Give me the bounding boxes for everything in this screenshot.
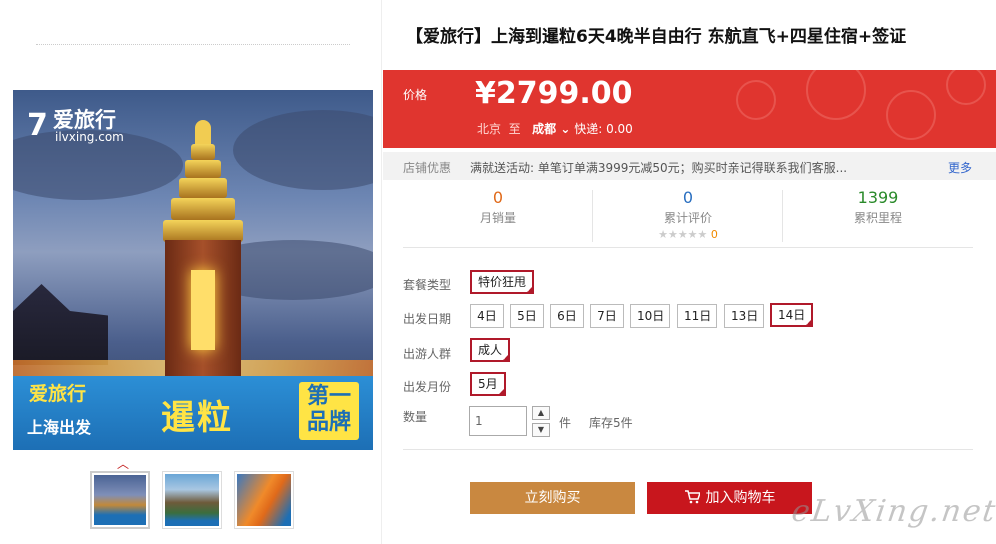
- stock-count: 库存5件: [589, 416, 633, 430]
- quantity-decrease-icon[interactable]: ▼: [532, 423, 550, 437]
- stat-monthly-sales: 0 月销量: [479, 188, 516, 225]
- date-option[interactable]: 13日: [724, 304, 764, 328]
- thumbnail-1[interactable]: [90, 471, 150, 529]
- quantity-label: 数量: [403, 410, 428, 424]
- quantity-input[interactable]: 1: [469, 406, 527, 436]
- promo-text: 满就送活动: 单笔订单满3999元减50元；购买时亲记得联系我们客服...: [470, 161, 848, 175]
- logo-mark-icon: 7: [27, 108, 48, 143]
- traveler-option[interactable]: 成人 ✓: [470, 338, 511, 362]
- divider: [403, 449, 973, 450]
- buy-now-button[interactable]: 立刻购买: [470, 482, 635, 514]
- stat-reviews[interactable]: 0 累计评价 ★★★★★ 0: [593, 188, 783, 241]
- date-option[interactable]: 7日: [590, 304, 624, 328]
- date-option-selected[interactable]: 14日 ✓: [770, 303, 813, 327]
- shop-promo: 店铺优惠 满就送活动: 单笔订单满3999元减50元；购买时亲记得联系我们客服.…: [383, 152, 996, 180]
- date-option[interactable]: 10日: [630, 304, 670, 328]
- banner-badge: 第一品牌: [299, 382, 359, 440]
- shipping-info: 北京 至 成都 ⌄ 快递: 0.00: [477, 120, 633, 137]
- date-option[interactable]: 11日: [677, 304, 717, 328]
- add-to-cart-button[interactable]: 加入购物车: [647, 482, 812, 514]
- price-value: ¥2799.00: [475, 76, 633, 111]
- rating-stars-icon: ★★★★★ 0: [658, 228, 718, 241]
- cart-icon: [684, 490, 700, 504]
- chevron-down-icon: ⌄: [560, 122, 571, 136]
- to-text: 至: [508, 122, 521, 136]
- month-option[interactable]: 5月 ✓: [470, 372, 506, 396]
- image-banner: 爱旅行 上海出发 暹粒 第一品牌: [13, 376, 373, 450]
- quantity-unit: 件: [559, 416, 572, 430]
- banner-city: 暹粒: [161, 398, 233, 438]
- package-type-label: 套餐类型: [403, 278, 452, 292]
- banner-brand: 爱旅行: [29, 383, 87, 405]
- stat-mileage: 1399 累积里程: [853, 188, 902, 225]
- thumbnail-2[interactable]: [162, 471, 222, 529]
- promo-more-link[interactable]: 更多: [948, 159, 972, 176]
- traveler-type-label: 出游人群: [403, 347, 452, 361]
- departure-month-label: 出发月份: [403, 380, 452, 394]
- quantity-increase-icon[interactable]: ▲: [532, 406, 550, 420]
- logo-url: ilvxing.com: [55, 130, 124, 144]
- date-option[interactable]: 6日: [550, 304, 584, 328]
- main-product-image[interactable]: 7 爱旅行 ilvxing.com 爱旅行 上海出发 暹粒 第一品牌: [13, 90, 373, 450]
- site-watermark: eLvXing.net: [789, 494, 996, 529]
- date-option[interactable]: 4日: [470, 304, 504, 328]
- product-title: 【爱旅行】上海到暹粒6天4晚半自由行 东航直飞+四星住宿+签证: [406, 27, 907, 47]
- price-label: 价格: [403, 88, 428, 102]
- banner-origin: 上海出发: [27, 418, 92, 437]
- stats-bar: 0 月销量 0 累计评价 ★★★★★ 0 1399 累积里程: [403, 184, 973, 248]
- gallery-panel: 7 爱旅行 ilvxing.com 爱旅行 上海出发 暹粒 第一品牌 ︿: [0, 0, 382, 544]
- price-panel: 价格 ¥2799.00 北京 至 成都 ⌄ 快递: 0.00: [383, 70, 996, 148]
- shipping-fee: 快递: 0.00: [574, 122, 633, 136]
- divider: [36, 44, 350, 45]
- date-option[interactable]: 5日: [510, 304, 544, 328]
- package-option[interactable]: 特价狂甩 ✓: [470, 270, 535, 294]
- monument-illustration: [153, 120, 253, 424]
- dest-city-select[interactable]: 成都 ⌄: [532, 122, 570, 136]
- decorative-pattern: [716, 70, 996, 148]
- departure-date-label: 出发日期: [403, 312, 452, 326]
- from-city: 北京: [477, 122, 502, 136]
- chevron-up-icon[interactable]: ︿: [116, 455, 130, 471]
- thumbnail-3[interactable]: [234, 471, 294, 529]
- promo-label: 店铺优惠: [403, 161, 452, 175]
